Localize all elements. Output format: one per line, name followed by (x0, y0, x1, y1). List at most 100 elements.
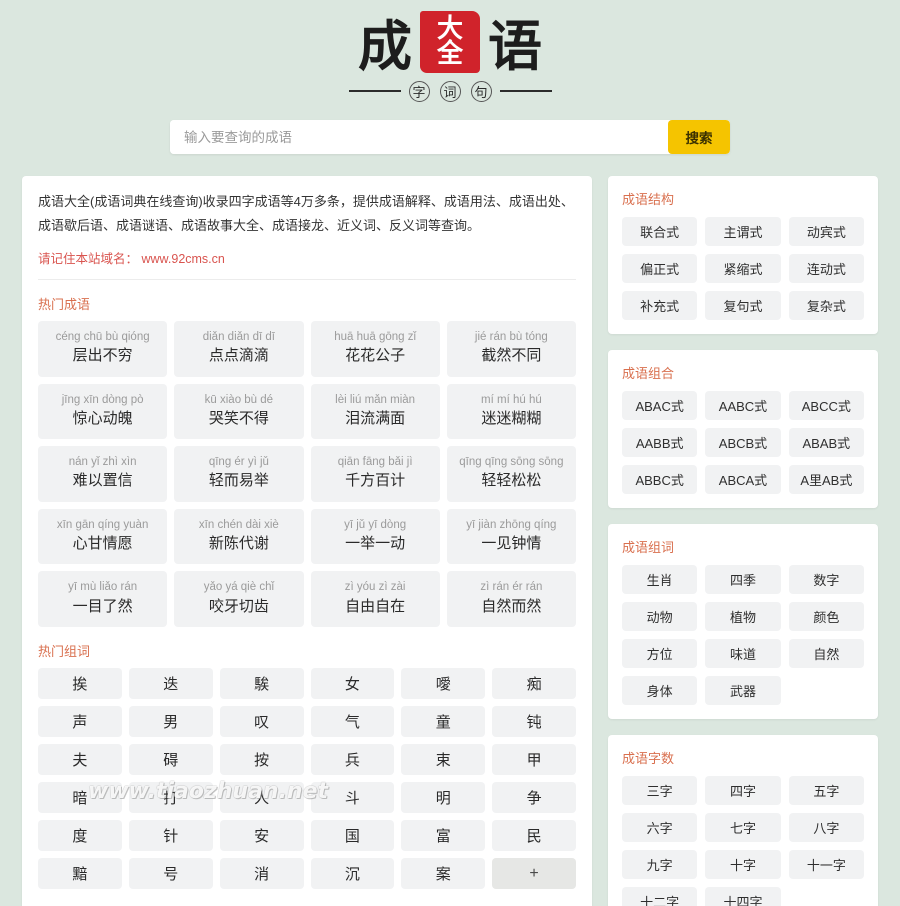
char-tile[interactable]: 兵 (310, 744, 395, 776)
sidebar-tag[interactable]: 味道 (705, 639, 781, 668)
idiom-tile[interactable]: xīn chén dài xiè 新陈代谢 (174, 508, 304, 565)
char-more-button[interactable]: + (492, 858, 576, 890)
sidebar-tag[interactable]: ABAC式 (622, 391, 698, 420)
char-tile[interactable]: 争 (492, 782, 576, 814)
sidebar-tag[interactable]: 主谓式 (705, 217, 781, 246)
char-tile[interactable]: 碍 (128, 744, 213, 776)
char-tile[interactable]: 斗 (310, 782, 395, 814)
sidebar-tag[interactable]: 十字 (705, 850, 781, 879)
idiom-tile[interactable]: qiān fāng bǎi jì 千方百计 (310, 446, 440, 502)
idiom-tile[interactable]: huā huā gōng zǐ 花花公子 (310, 321, 440, 377)
sidebar-tag[interactable]: 十一字 (788, 850, 864, 879)
sidebar-tag[interactable]: 植物 (705, 602, 781, 631)
idiom-tile[interactable]: nán yǐ zhì xìn 难以置信 (38, 446, 168, 502)
char-tile[interactable]: 男 (128, 706, 213, 738)
idiom-tile[interactable]: qīng ér yì jǔ 轻而易举 (174, 446, 304, 502)
char-tile[interactable]: 暗 (38, 782, 122, 814)
sidebar-tag[interactable]: 四季 (705, 565, 781, 594)
idiom-tile[interactable]: xīn gān qíng yuàn 心甘情愿 (38, 508, 168, 565)
sidebar-tag[interactable]: AABB式 (622, 428, 698, 457)
idiom-tile[interactable]: jīng xīn dòng pò 惊心动魄 (38, 383, 168, 440)
idiom-tile[interactable]: qīng qīng sōng sōng 轻轻松松 (446, 446, 576, 502)
char-tile[interactable]: 叹 (219, 706, 304, 738)
char-tile[interactable]: 人 (219, 782, 304, 814)
idiom-tile[interactable]: yǎo yá qiè chǐ 咬牙切齿 (174, 571, 304, 628)
idiom-tile[interactable]: zì rán ér rán 自然而然 (446, 571, 576, 628)
char-tile[interactable]: 气 (310, 706, 395, 738)
sidebar-tag[interactable]: ABBC式 (622, 465, 698, 494)
sidebar-tag[interactable]: 联合式 (622, 217, 698, 246)
char-tile[interactable]: 安 (219, 820, 304, 852)
sidebar-tag[interactable]: 动宾式 (788, 217, 864, 246)
search-input[interactable] (170, 120, 668, 154)
sidebar-tag[interactable]: 复句式 (705, 291, 781, 320)
char-tile[interactable]: 按 (219, 744, 304, 776)
sidebar-tag[interactable]: 五字 (788, 776, 864, 805)
idiom-tile[interactable]: céng chū bù qióng 层出不穷 (38, 321, 168, 377)
char-tile[interactable]: 騃 (219, 668, 304, 700)
sidebar-tag[interactable]: 方位 (622, 639, 698, 668)
char-tile[interactable]: 富 (401, 820, 486, 852)
sidebar-tag[interactable]: 数字 (788, 565, 864, 594)
idiom-tile[interactable]: zì yóu zì zài 自由自在 (310, 571, 440, 628)
idiom-tile[interactable]: jié rán bù tóng 截然不同 (446, 321, 576, 377)
sidebar-tag[interactable]: A里AB式 (788, 465, 864, 494)
char-tile[interactable]: 案 (401, 858, 486, 890)
char-tile[interactable]: 明 (401, 782, 486, 814)
char-tile[interactable]: 黯 (38, 858, 122, 890)
sidebar-tag[interactable]: 七字 (705, 813, 781, 842)
search-button[interactable]: 搜索 (668, 120, 730, 154)
sidebar-tag[interactable]: 九字 (622, 850, 698, 879)
sidebar-tag[interactable]: 自然 (788, 639, 864, 668)
char-tile[interactable]: 甲 (492, 744, 576, 776)
sidebar-tag[interactable]: 连动式 (788, 254, 864, 283)
char-tile[interactable]: 度 (38, 820, 122, 852)
sidebar-tag[interactable]: 身体 (622, 676, 698, 705)
char-tile[interactable]: 民 (492, 820, 576, 852)
sidebar-tag[interactable]: 补充式 (622, 291, 698, 320)
char-tile[interactable]: 声 (38, 706, 122, 738)
sidebar-tag[interactable]: 十四字 (705, 887, 781, 906)
char-tile[interactable]: 针 (128, 820, 213, 852)
sidebar-tag[interactable]: ABCC式 (788, 391, 864, 420)
char-tile[interactable]: 痴 (492, 668, 576, 700)
idiom-tile[interactable]: yī jǔ yī dòng 一举一动 (310, 508, 440, 565)
char-tile[interactable]: 迭 (128, 668, 213, 700)
sidebar-tag[interactable]: 动物 (622, 602, 698, 631)
char-tile[interactable]: 国 (310, 820, 395, 852)
idiom-tile[interactable]: yī mù liǎo rán 一目了然 (38, 571, 168, 628)
sidebar-tag[interactable]: ABCB式 (705, 428, 781, 457)
sidebar-tag[interactable]: ABCA式 (705, 465, 781, 494)
char-tile[interactable]: 童 (401, 706, 486, 738)
sidebar-tag[interactable]: 八字 (788, 813, 864, 842)
sidebar-tag[interactable]: 颜色 (788, 602, 864, 631)
char-tile[interactable]: 号 (128, 858, 213, 890)
sidebar-tag[interactable]: 十二字 (622, 887, 698, 906)
char-tile[interactable]: 夫 (38, 744, 122, 776)
sidebar-tag[interactable]: ABAB式 (788, 428, 864, 457)
idiom-tile[interactable]: mí mí hú hú 迷迷糊糊 (446, 383, 576, 440)
sidebar-tag[interactable]: 四字 (705, 776, 781, 805)
char-tile[interactable]: 消 (219, 858, 304, 890)
char-tile[interactable]: 噯 (401, 668, 486, 700)
char-tile[interactable]: 打 (128, 782, 213, 814)
sidebar-tag[interactable]: 六字 (622, 813, 698, 842)
char-tile[interactable]: 挨 (38, 668, 122, 700)
sidebar-tag[interactable]: 偏正式 (622, 254, 698, 283)
site-logo[interactable]: 成 大 全 语 字 词 句 (348, 10, 552, 106)
idiom-tile[interactable]: lèi liú mǎn miàn 泪流满面 (310, 383, 440, 440)
idiom-tile[interactable]: diǎn diǎn dī dī 点点滴滴 (174, 321, 304, 377)
char-tile[interactable]: 钝 (492, 706, 576, 738)
char-tile[interactable]: 束 (401, 744, 486, 776)
char-tile[interactable]: 沉 (310, 858, 395, 890)
sidebar-tag[interactable]: 三字 (622, 776, 698, 805)
domain-url[interactable]: www.92cms.cn (142, 252, 225, 266)
sidebar-tag[interactable]: AABC式 (705, 391, 781, 420)
sidebar-tag[interactable]: 紧缩式 (705, 254, 781, 283)
char-tile[interactable]: 女 (310, 668, 395, 700)
sidebar-tag[interactable]: 生肖 (622, 565, 698, 594)
sidebar-tag[interactable]: 复杂式 (788, 291, 864, 320)
idiom-tile[interactable]: yī jiàn zhōng qíng 一见钟情 (446, 508, 576, 565)
idiom-tile[interactable]: kū xiào bù dé 哭笑不得 (174, 383, 304, 440)
sidebar-tag[interactable]: 武器 (705, 676, 781, 705)
